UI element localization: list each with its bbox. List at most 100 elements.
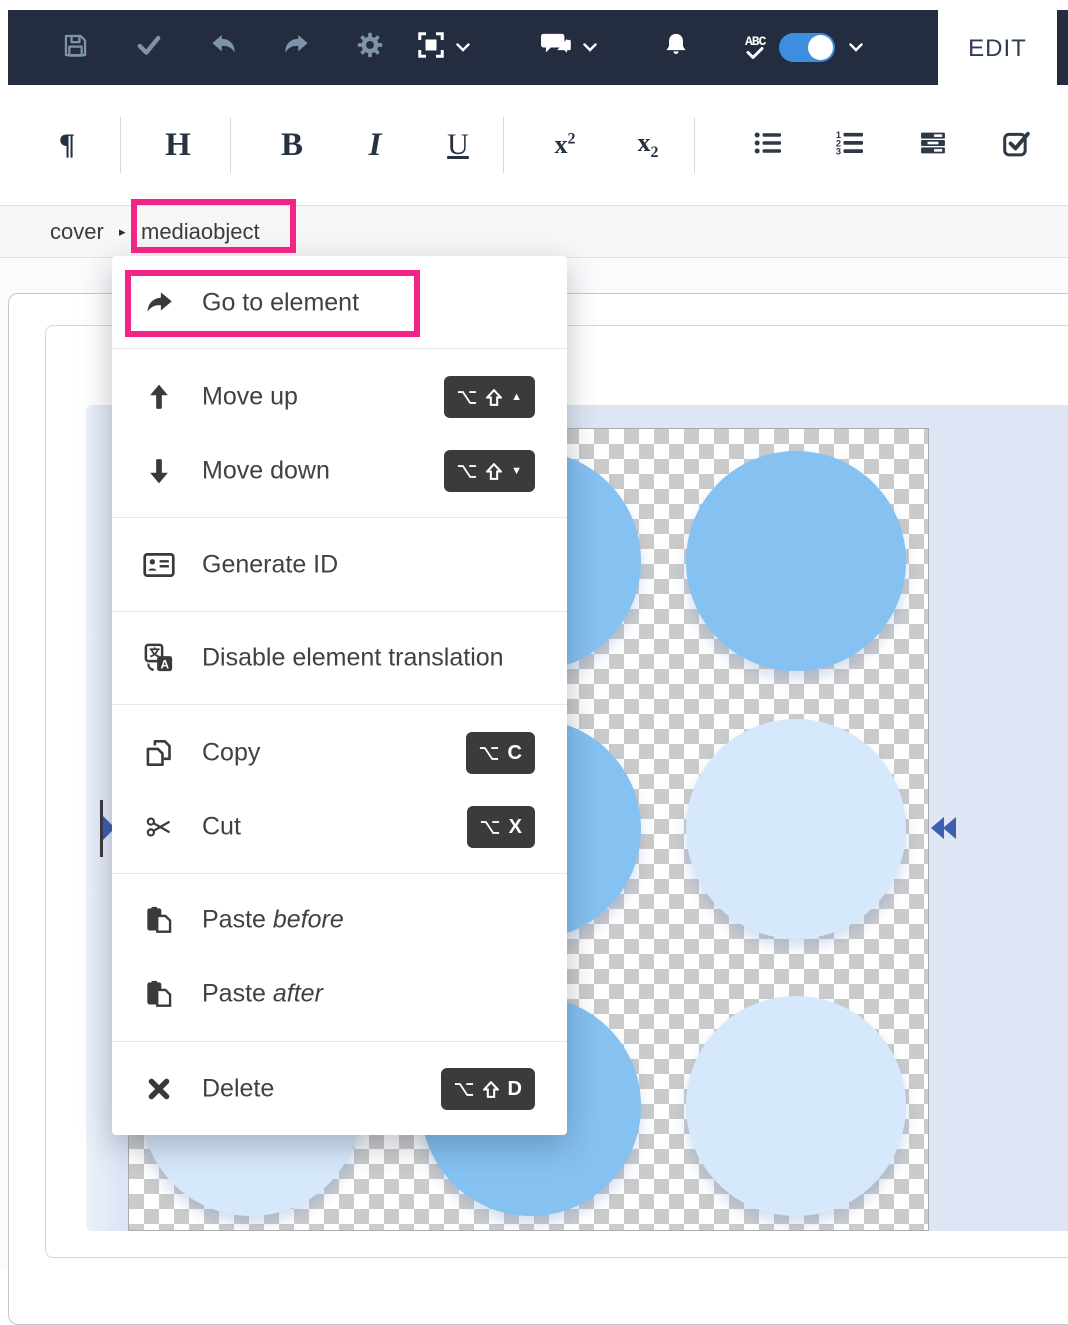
subscript-glyph: x2 xyxy=(638,128,659,162)
toggle-knob xyxy=(808,35,833,60)
option-key-icon xyxy=(457,390,477,405)
shift-key-icon xyxy=(483,1081,499,1098)
bold-glyph: B xyxy=(281,127,303,164)
italic-button[interactable]: I xyxy=(347,85,403,205)
collapse-left-icon[interactable] xyxy=(931,817,956,839)
option-key-icon xyxy=(480,820,500,835)
shortcut-key: ▲ xyxy=(511,391,522,403)
chevron-down-icon xyxy=(849,39,863,57)
spellcheck-abc-icon: ABC xyxy=(745,36,765,59)
image-circle xyxy=(686,451,906,671)
shortcut-badge: D xyxy=(441,1068,535,1110)
menu-item-label: Copy xyxy=(202,739,260,768)
notifications-button[interactable] xyxy=(656,10,696,85)
menu-item-label: Cut xyxy=(202,813,241,842)
menu-item-move-down[interactable]: Move down ▼ xyxy=(112,434,567,508)
svg-text:A: A xyxy=(161,658,170,672)
check-icon xyxy=(136,32,162,63)
superscript-button[interactable]: x2 xyxy=(537,85,593,205)
option-key-icon xyxy=(457,464,477,479)
pilcrow-glyph: ¶ xyxy=(59,128,75,162)
menu-item-label: Move down xyxy=(202,457,330,486)
menu-item-delete[interactable]: Delete D xyxy=(112,1052,567,1126)
edit-tab-label: EDIT xyxy=(968,35,1027,63)
subscript-button[interactable]: x2 xyxy=(620,85,676,205)
redo-button[interactable] xyxy=(277,10,317,85)
paste-qualifier: before xyxy=(273,906,344,934)
validate-button[interactable] xyxy=(129,10,169,85)
gear-icon xyxy=(356,31,384,64)
element-context-menu: Go to element Move up ▲ Move down ▼ xyxy=(112,256,567,1135)
menu-item-label: Go to element xyxy=(202,289,359,318)
menu-item-label: Disable element translation xyxy=(202,644,504,673)
toolbar-separator xyxy=(503,117,504,173)
id-card-icon xyxy=(140,552,178,578)
checklist-icon xyxy=(1001,129,1031,162)
paste-qualifier: after xyxy=(273,980,323,1008)
paste-icon xyxy=(140,980,178,1008)
fullscreen-dropdown[interactable] xyxy=(416,10,470,85)
fullscreen-icon xyxy=(416,30,446,65)
breadcrumb-item-mediaobject[interactable]: mediaobject xyxy=(141,219,260,245)
numbered-list-button[interactable]: 1 2 3 xyxy=(822,85,878,205)
comments-dropdown[interactable] xyxy=(541,10,597,85)
definition-list-button[interactable] xyxy=(905,85,961,205)
formatting-toolbar: ¶ H B I U x2 x2 1 2 3 xyxy=(0,85,1068,205)
menu-item-disable-element-translation[interactable]: A Disable element translation xyxy=(112,621,567,695)
abc-label: ABC xyxy=(745,36,765,47)
underline-button[interactable]: U xyxy=(430,85,486,205)
menu-separator xyxy=(112,704,567,705)
comments-icon xyxy=(541,30,573,65)
breadcrumb-item-cover[interactable]: cover xyxy=(50,219,104,245)
heading-button[interactable]: H xyxy=(150,85,206,205)
menu-item-paste-before[interactable]: Paste before xyxy=(112,883,567,957)
shortcut-badge: C xyxy=(466,732,535,774)
shortcut-badge: X xyxy=(467,806,535,848)
menu-item-cut[interactable]: Cut X xyxy=(112,790,567,864)
shift-key-icon xyxy=(486,463,502,480)
menu-item-copy[interactable]: Copy C xyxy=(112,716,567,790)
numbered-list-icon: 1 2 3 xyxy=(835,130,865,161)
main-toolbar: ABC xyxy=(8,10,1068,85)
settings-button[interactable] xyxy=(350,10,390,85)
checklist-button[interactable] xyxy=(988,85,1044,205)
undo-button[interactable] xyxy=(203,10,243,85)
breadcrumb-separator-icon: ▸ xyxy=(119,224,126,240)
menu-item-paste-after[interactable]: Paste after xyxy=(112,957,567,1031)
toolbar-separator xyxy=(694,117,695,173)
left-triangle-icon xyxy=(943,817,956,839)
go-to-element-icon xyxy=(140,290,178,316)
move-down-icon xyxy=(140,458,178,484)
menu-item-label: Delete xyxy=(202,1075,274,1104)
bell-icon xyxy=(662,31,690,64)
spellcheck-toggle[interactable] xyxy=(779,33,835,62)
bullet-list-button[interactable] xyxy=(740,85,796,205)
menu-item-label: Paste before xyxy=(202,906,344,935)
shortcut-badge: ▲ xyxy=(444,376,535,418)
menu-item-go-to-element[interactable]: Go to element xyxy=(112,266,567,340)
scissors-icon xyxy=(140,814,178,840)
svg-text:3: 3 xyxy=(836,146,841,156)
shift-key-icon xyxy=(486,389,502,406)
redo-icon xyxy=(282,30,312,65)
menu-separator xyxy=(112,611,567,612)
underline-glyph: U xyxy=(447,128,469,162)
shortcut-key: D xyxy=(508,1078,522,1101)
menu-item-generate-id[interactable]: Generate ID xyxy=(112,528,567,602)
breadcrumb: cover ▸ mediaobject xyxy=(0,205,1068,258)
bold-button[interactable]: B xyxy=(264,85,320,205)
italic-glyph: I xyxy=(369,127,382,164)
tab-edit[interactable]: EDIT xyxy=(938,10,1057,88)
menu-item-label: Generate ID xyxy=(202,551,338,580)
translation-icon: A xyxy=(140,643,178,673)
bullet-list-icon xyxy=(753,130,783,161)
paragraph-button[interactable]: ¶ xyxy=(39,85,95,205)
definition-list-icon xyxy=(918,130,948,161)
spellcheck-group[interactable]: ABC xyxy=(745,10,863,85)
heading-glyph: H xyxy=(165,127,191,164)
menu-separator xyxy=(112,1041,567,1042)
paste-icon xyxy=(140,906,178,934)
save-button[interactable] xyxy=(55,10,95,85)
shortcut-key: ▼ xyxy=(511,465,522,477)
menu-item-move-up[interactable]: Move up ▲ xyxy=(112,360,567,434)
